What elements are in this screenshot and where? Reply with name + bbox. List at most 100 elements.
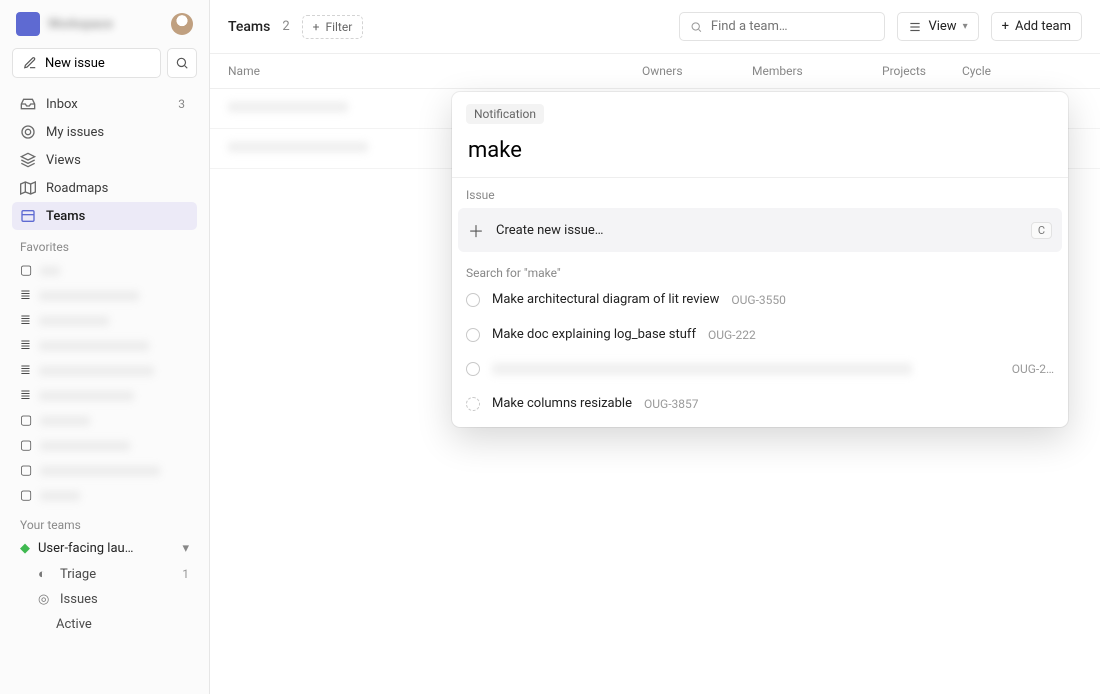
palette-section-issue: Issue	[452, 178, 1068, 204]
team-issues-label: Issues	[60, 592, 98, 607]
sliders-icon	[908, 20, 922, 34]
search-icon	[690, 20, 702, 34]
col-name: Name	[228, 64, 642, 78]
favorite-item[interactable]: ▢	[12, 433, 197, 458]
status-backlog-icon	[466, 397, 480, 411]
nav-my-issues[interactable]: My issues	[12, 118, 197, 146]
col-members: Members	[752, 64, 882, 78]
stack-icon: ≣	[20, 288, 31, 303]
stack-icon: ≣	[20, 313, 31, 328]
user-avatar[interactable]	[171, 13, 193, 35]
table-header: Name Owners Members Projects Cycle	[210, 54, 1100, 89]
context-chip: Notification	[466, 104, 544, 124]
nav-inbox-label: Inbox	[46, 97, 78, 112]
create-issue-label: Create new issue…	[496, 223, 604, 238]
favorite-item[interactable]: ▢	[12, 483, 197, 508]
target-icon	[20, 124, 36, 140]
favorite-item[interactable]: ≣	[12, 358, 197, 383]
workspace-name: Workspace	[48, 17, 113, 32]
nav-my-issues-label: My issues	[46, 125, 104, 140]
team-item[interactable]: ◆ User-facing lau… ▾	[12, 536, 197, 561]
favorite-item[interactable]: ≣	[12, 383, 197, 408]
your-teams-title: Your teams	[12, 508, 197, 536]
add-team-button[interactable]: + Add team	[991, 12, 1082, 41]
nav-teams-label: Teams	[46, 209, 85, 224]
result-id: OUG-222	[708, 328, 756, 342]
filter-button[interactable]: + Filter	[302, 15, 364, 39]
chevron-down-icon: ▾	[963, 21, 968, 32]
status-open-icon	[466, 293, 480, 307]
stack-icon: ▢	[20, 463, 32, 478]
palette-result[interactable]: Make columns resizable OUG-3857	[452, 386, 1068, 427]
plus-icon: ＋	[468, 218, 484, 242]
workspace-logo	[16, 12, 40, 36]
result-title: Make doc explaining log_base stuff	[492, 327, 696, 342]
new-issue-button[interactable]: New issue	[12, 48, 161, 78]
stack-icon: ▢	[20, 488, 32, 503]
nav-views[interactable]: Views	[12, 146, 197, 174]
triage-icon: ◐	[38, 566, 52, 582]
inbox-count: 3	[174, 97, 189, 111]
team-triage[interactable]: ◐ Triage 1	[30, 561, 197, 587]
result-title-hidden	[492, 363, 912, 375]
stack-icon: ≣	[20, 363, 31, 378]
palette-result[interactable]: OUG-2…	[452, 352, 1068, 386]
col-cycle: Cycle	[962, 64, 1052, 78]
result-title: Make architectural diagram of lit review	[492, 292, 719, 307]
view-label: View	[928, 19, 956, 34]
palette-section-search: Search for "make"	[452, 256, 1068, 282]
team-issues[interactable]: ◎ Issues	[30, 587, 197, 612]
teams-icon	[20, 208, 36, 224]
stack-icon: ≣	[20, 338, 31, 353]
result-id: OUG-2…	[1012, 362, 1054, 376]
shortcut-key: C	[1031, 222, 1052, 239]
chevron-down-icon: ▾	[182, 541, 189, 556]
stack-icon: ≣	[20, 388, 31, 403]
command-palette: Notification Issue ＋ Create new issue… C…	[452, 92, 1068, 427]
favorite-item[interactable]: ≣	[12, 333, 197, 358]
pencil-icon	[23, 56, 37, 70]
team-search-input[interactable]	[711, 19, 875, 34]
nav-roadmaps-label: Roadmaps	[46, 181, 108, 196]
team-name: User-facing lau…	[38, 541, 133, 556]
nav-teams[interactable]: Teams	[12, 202, 197, 230]
palette-create-issue[interactable]: ＋ Create new issue… C	[458, 208, 1062, 252]
search-button[interactable]	[167, 48, 197, 78]
palette-result[interactable]: Make architectural diagram of lit review…	[452, 282, 1068, 317]
plus-icon: +	[1002, 19, 1009, 34]
search-icon	[175, 56, 189, 70]
nav-roadmaps[interactable]: Roadmaps	[12, 174, 197, 202]
favorites-title: Favorites	[12, 230, 197, 258]
team-active-label: Active	[56, 617, 92, 632]
plus-icon: +	[313, 20, 320, 34]
status-open-icon	[466, 362, 480, 376]
map-icon	[20, 180, 36, 196]
result-id: OUG-3857	[644, 397, 699, 411]
palette-input[interactable]	[466, 134, 1054, 167]
palette-result[interactable]: Make doc explaining log_base stuff OUG-2…	[452, 317, 1068, 352]
favorite-item[interactable]: ▢	[12, 408, 197, 433]
team-active[interactable]: Active	[30, 612, 197, 637]
teams-count: 2	[282, 19, 289, 34]
team-search[interactable]	[679, 12, 885, 41]
team-triage-count: 1	[182, 567, 189, 581]
stack-icon: ▢	[20, 438, 32, 453]
favorite-item[interactable]: ≣	[12, 308, 197, 333]
layers-icon	[20, 152, 36, 168]
add-team-label: Add team	[1015, 19, 1071, 34]
page-title: Teams	[228, 19, 270, 35]
team-triage-label: Triage	[60, 567, 96, 582]
status-open-icon	[466, 328, 480, 342]
favorite-item[interactable]: ▢	[12, 458, 197, 483]
issues-icon: ◎	[38, 592, 52, 607]
favorite-item[interactable]: ▢	[12, 258, 197, 283]
nav-inbox[interactable]: Inbox 3	[12, 90, 197, 118]
workspace-switcher[interactable]: Workspace	[16, 12, 113, 36]
col-projects: Projects	[882, 64, 962, 78]
view-button[interactable]: View ▾	[897, 12, 978, 41]
stack-icon: ▢	[20, 413, 32, 428]
new-issue-label: New issue	[45, 56, 105, 71]
col-owners: Owners	[642, 64, 752, 78]
result-id: OUG-3550	[731, 293, 786, 307]
favorite-item[interactable]: ≣	[12, 283, 197, 308]
